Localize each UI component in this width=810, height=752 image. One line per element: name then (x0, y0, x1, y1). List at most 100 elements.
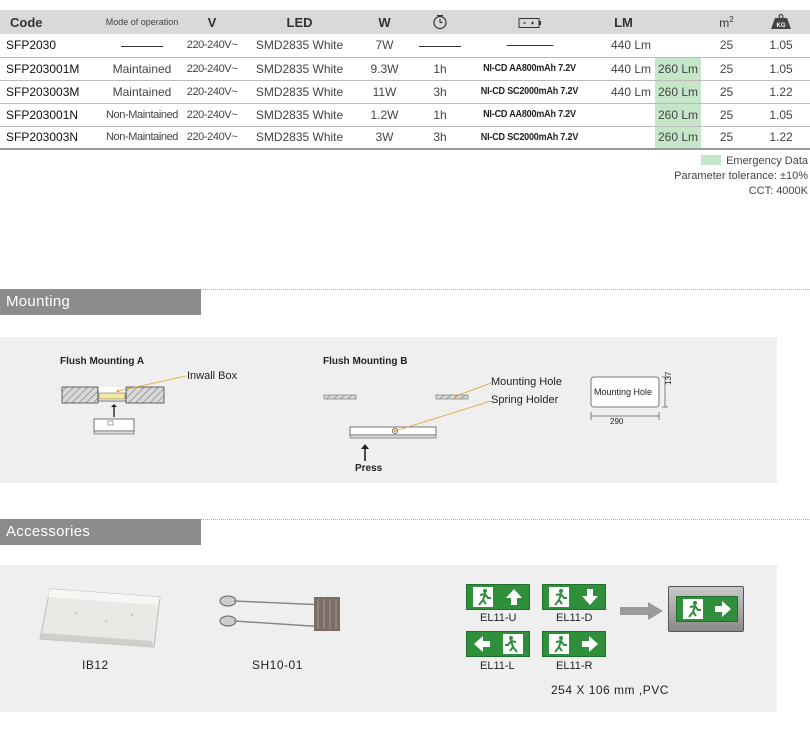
spring-holder-label: Spring Holder (491, 394, 559, 406)
cell-led: SMD2835 White (243, 57, 356, 81)
cell-em-lm (655, 34, 701, 58)
exit-sign-up (466, 584, 530, 610)
fixture-exit-panel (676, 596, 738, 622)
weight-icon: KG (771, 14, 791, 30)
not-applicable-dash (121, 45, 163, 47)
gray-arrow-icon (620, 602, 663, 620)
header-code: Code (0, 10, 103, 34)
cell-duration: 3h (413, 126, 467, 150)
spec-table-body: SFP2030 220-240V~ SMD2835 White 7W 440 Lm 25 1… (0, 34, 810, 150)
accessories-section-rule (201, 519, 810, 520)
arrow-right-icon (582, 636, 598, 652)
cell-em-lm: 260 Lm (655, 126, 701, 150)
cell-lm: 440 Lm (592, 34, 655, 58)
header-area-sup: 2 (729, 14, 734, 24)
table-header-row: Code Mode of operation V LED W LM m2 KG (0, 10, 810, 34)
cell-watt: 9.3W (356, 57, 413, 81)
cell-duration (413, 34, 467, 58)
cell-voltage: 220-240V~ (181, 34, 243, 58)
mounting-panel: Flush Mounting A Inwall Box Flush Mounti… (0, 337, 777, 483)
hole-height-label: 137 (664, 371, 673, 385)
cell-led: SMD2835 White (243, 34, 356, 58)
sh10-label: SH10-01 (252, 658, 303, 672)
exit-sign-fixture-image (668, 586, 744, 632)
mounting-hole-dimension-diagram (590, 376, 668, 420)
header-battery (467, 10, 592, 34)
flush-b-label: Flush Mounting B (323, 356, 408, 367)
cell-code: SFP203003N (0, 126, 103, 150)
cell-area: 25 (701, 103, 752, 127)
table-row: SFP203003N Non-Maintained 220-240V~ SMD2835… (0, 126, 810, 150)
cell-em-lm: 260 Lm (655, 80, 701, 104)
exit-sign-down (542, 584, 606, 610)
cell-weight: 1.05 (752, 34, 810, 58)
table-row: SFP203003M Maintained 220-240V~ SMD2835 Whi… (0, 80, 810, 104)
arrow-up-icon (506, 589, 522, 605)
arrow-right-icon (714, 601, 731, 617)
mounting-section-rule (201, 289, 810, 290)
cell-em-lm: 260 Lm (655, 57, 701, 81)
sign-label-down: EL11-D (556, 612, 593, 624)
cell-battery: NI-CD AA800mAh 7.2V (473, 103, 586, 127)
cell-duration: 3h (413, 80, 467, 104)
header-area-unit: m (719, 15, 730, 30)
header-weight: KG (752, 10, 810, 34)
emergency-swatch (701, 155, 722, 165)
inwall-box-label: Inwall Box (187, 370, 238, 382)
cell-em-lm: 260 Lm (655, 103, 701, 127)
table-notes: Emergency Data Parameter tolerance: ±10%… (674, 154, 808, 199)
spec-table: Code Mode of operation V LED W LM m2 KG … (0, 10, 810, 150)
not-applicable-dash (419, 45, 461, 47)
running-man-icon (503, 634, 523, 654)
battery-icon (518, 18, 541, 29)
cell-weight: 1.22 (752, 126, 810, 150)
flush-a-label: Flush Mounting A (60, 356, 145, 367)
cell-mode (103, 34, 181, 58)
cell-battery: NI-CD SC2000mAh 7.2V (473, 80, 586, 104)
cell-lm: 440 Lm (592, 80, 655, 104)
cell-area: 25 (701, 34, 752, 58)
header-duration (413, 10, 467, 34)
header-mode: Mode of operation (103, 10, 181, 34)
header-em-lm (655, 10, 701, 34)
cell-area: 25 (701, 80, 752, 104)
cell-lm (592, 103, 655, 127)
cell-weight: 1.05 (752, 103, 810, 127)
cell-weight: 1.22 (752, 80, 810, 104)
legend-label: Emergency Data (726, 155, 808, 167)
clock-icon (433, 15, 447, 30)
cell-duration: 1h (413, 103, 467, 127)
running-man-icon (682, 599, 703, 619)
table-row: SFP203001M Maintained 220-240V~ SMD2835 Whi… (0, 57, 810, 81)
header-area: m2 (701, 10, 752, 34)
sign-spec-label: 254 X 106 mm ,PVC (551, 683, 669, 697)
cell-battery (473, 34, 586, 58)
accessories-section-title: Accessories (0, 519, 201, 545)
arrow-left-icon (474, 636, 490, 652)
cell-watt: 3W (356, 126, 413, 150)
hole-width-label: 290 (610, 417, 624, 426)
sign-label-left: EL11-L (480, 660, 515, 672)
cell-led: SMD2835 White (243, 126, 356, 150)
cct-note: CCT: 4000K (748, 185, 808, 197)
cell-area: 25 (701, 126, 752, 150)
header-lm: LM (592, 10, 655, 34)
exit-sign-left (466, 631, 530, 657)
cell-code: SFP203003M (0, 80, 103, 104)
cell-mode: Non-Maintained (103, 126, 181, 150)
cell-code: SFP203001M (0, 57, 103, 81)
cell-lm: 440 Lm (592, 57, 655, 81)
header-voltage: V (181, 10, 243, 34)
cell-mode: Maintained (103, 57, 181, 81)
table-row: SFP203001N Non-Maintained 220-240V~ SMD2835… (0, 103, 810, 127)
running-man-icon (549, 587, 569, 607)
cell-watt: 7W (356, 34, 413, 58)
running-man-icon (549, 634, 569, 654)
header-led: LED (243, 10, 356, 34)
sign-label-up: EL11-U (480, 612, 517, 624)
cell-battery: NI-CD AA800mAh 7.2V (473, 57, 586, 81)
flush-b-diagram (323, 382, 492, 461)
exit-sign-right (542, 631, 606, 657)
cell-mode: Non-Maintained (103, 103, 181, 127)
cell-led: SMD2835 White (243, 103, 356, 127)
